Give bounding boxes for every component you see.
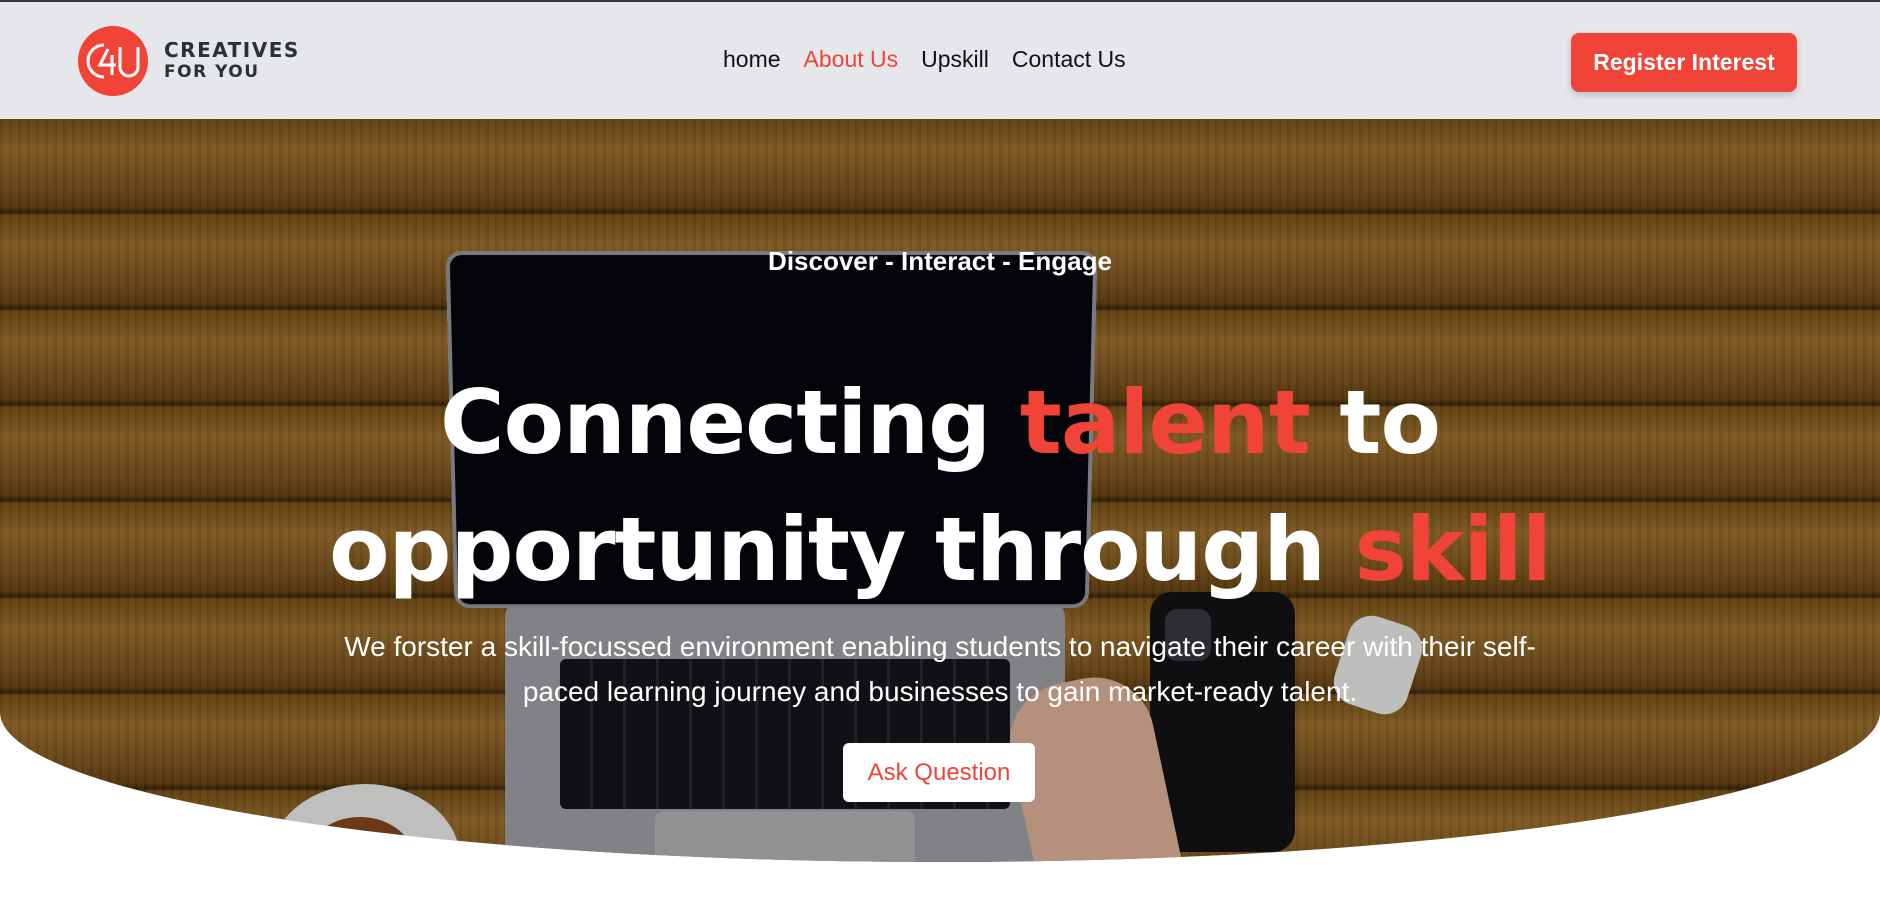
logo[interactable]: CREATIVES FOR YOU [78, 26, 300, 96]
nav-link-home[interactable]: home [723, 46, 781, 73]
hero-subtext: We forster a skill-focussed environment … [344, 631, 1536, 707]
logo-line-1: CREATIVES [164, 38, 300, 62]
headline-accent-talent: talent [1019, 371, 1311, 474]
headline-text-1: Connecting [440, 371, 1020, 474]
logo-wordmark: CREATIVES FOR YOU [164, 39, 300, 83]
hero-section: Discover - Interact - Engage Connecting … [0, 119, 1880, 862]
headline-text-3: opportunity through [329, 498, 1355, 601]
nav-link-about-us[interactable]: About Us [804, 46, 899, 73]
nav-link-contact-us[interactable]: Contact Us [1012, 46, 1126, 73]
nav-link-upskill[interactable]: Upskill [921, 46, 989, 73]
site-header: CREATIVES FOR YOU home About Us Upskill … [0, 0, 1880, 119]
hero-tagline: Discover - Interact - Engage [768, 246, 1112, 276]
logo-mark-icon [78, 26, 148, 96]
hero-content: Discover - Interact - Engage Connecting … [0, 119, 1880, 862]
hero-headline: Connecting talent to opportunity through… [0, 359, 1880, 613]
headline-accent-skill: skill [1354, 498, 1551, 601]
headline-text-2: to [1309, 371, 1441, 474]
register-interest-button[interactable]: Register Interest [1571, 33, 1797, 92]
ask-question-button[interactable]: Ask Question [843, 743, 1035, 802]
logo-line-2: FOR YOU [164, 62, 260, 82]
main-nav: home About Us Upskill Contact Us [723, 46, 1126, 73]
